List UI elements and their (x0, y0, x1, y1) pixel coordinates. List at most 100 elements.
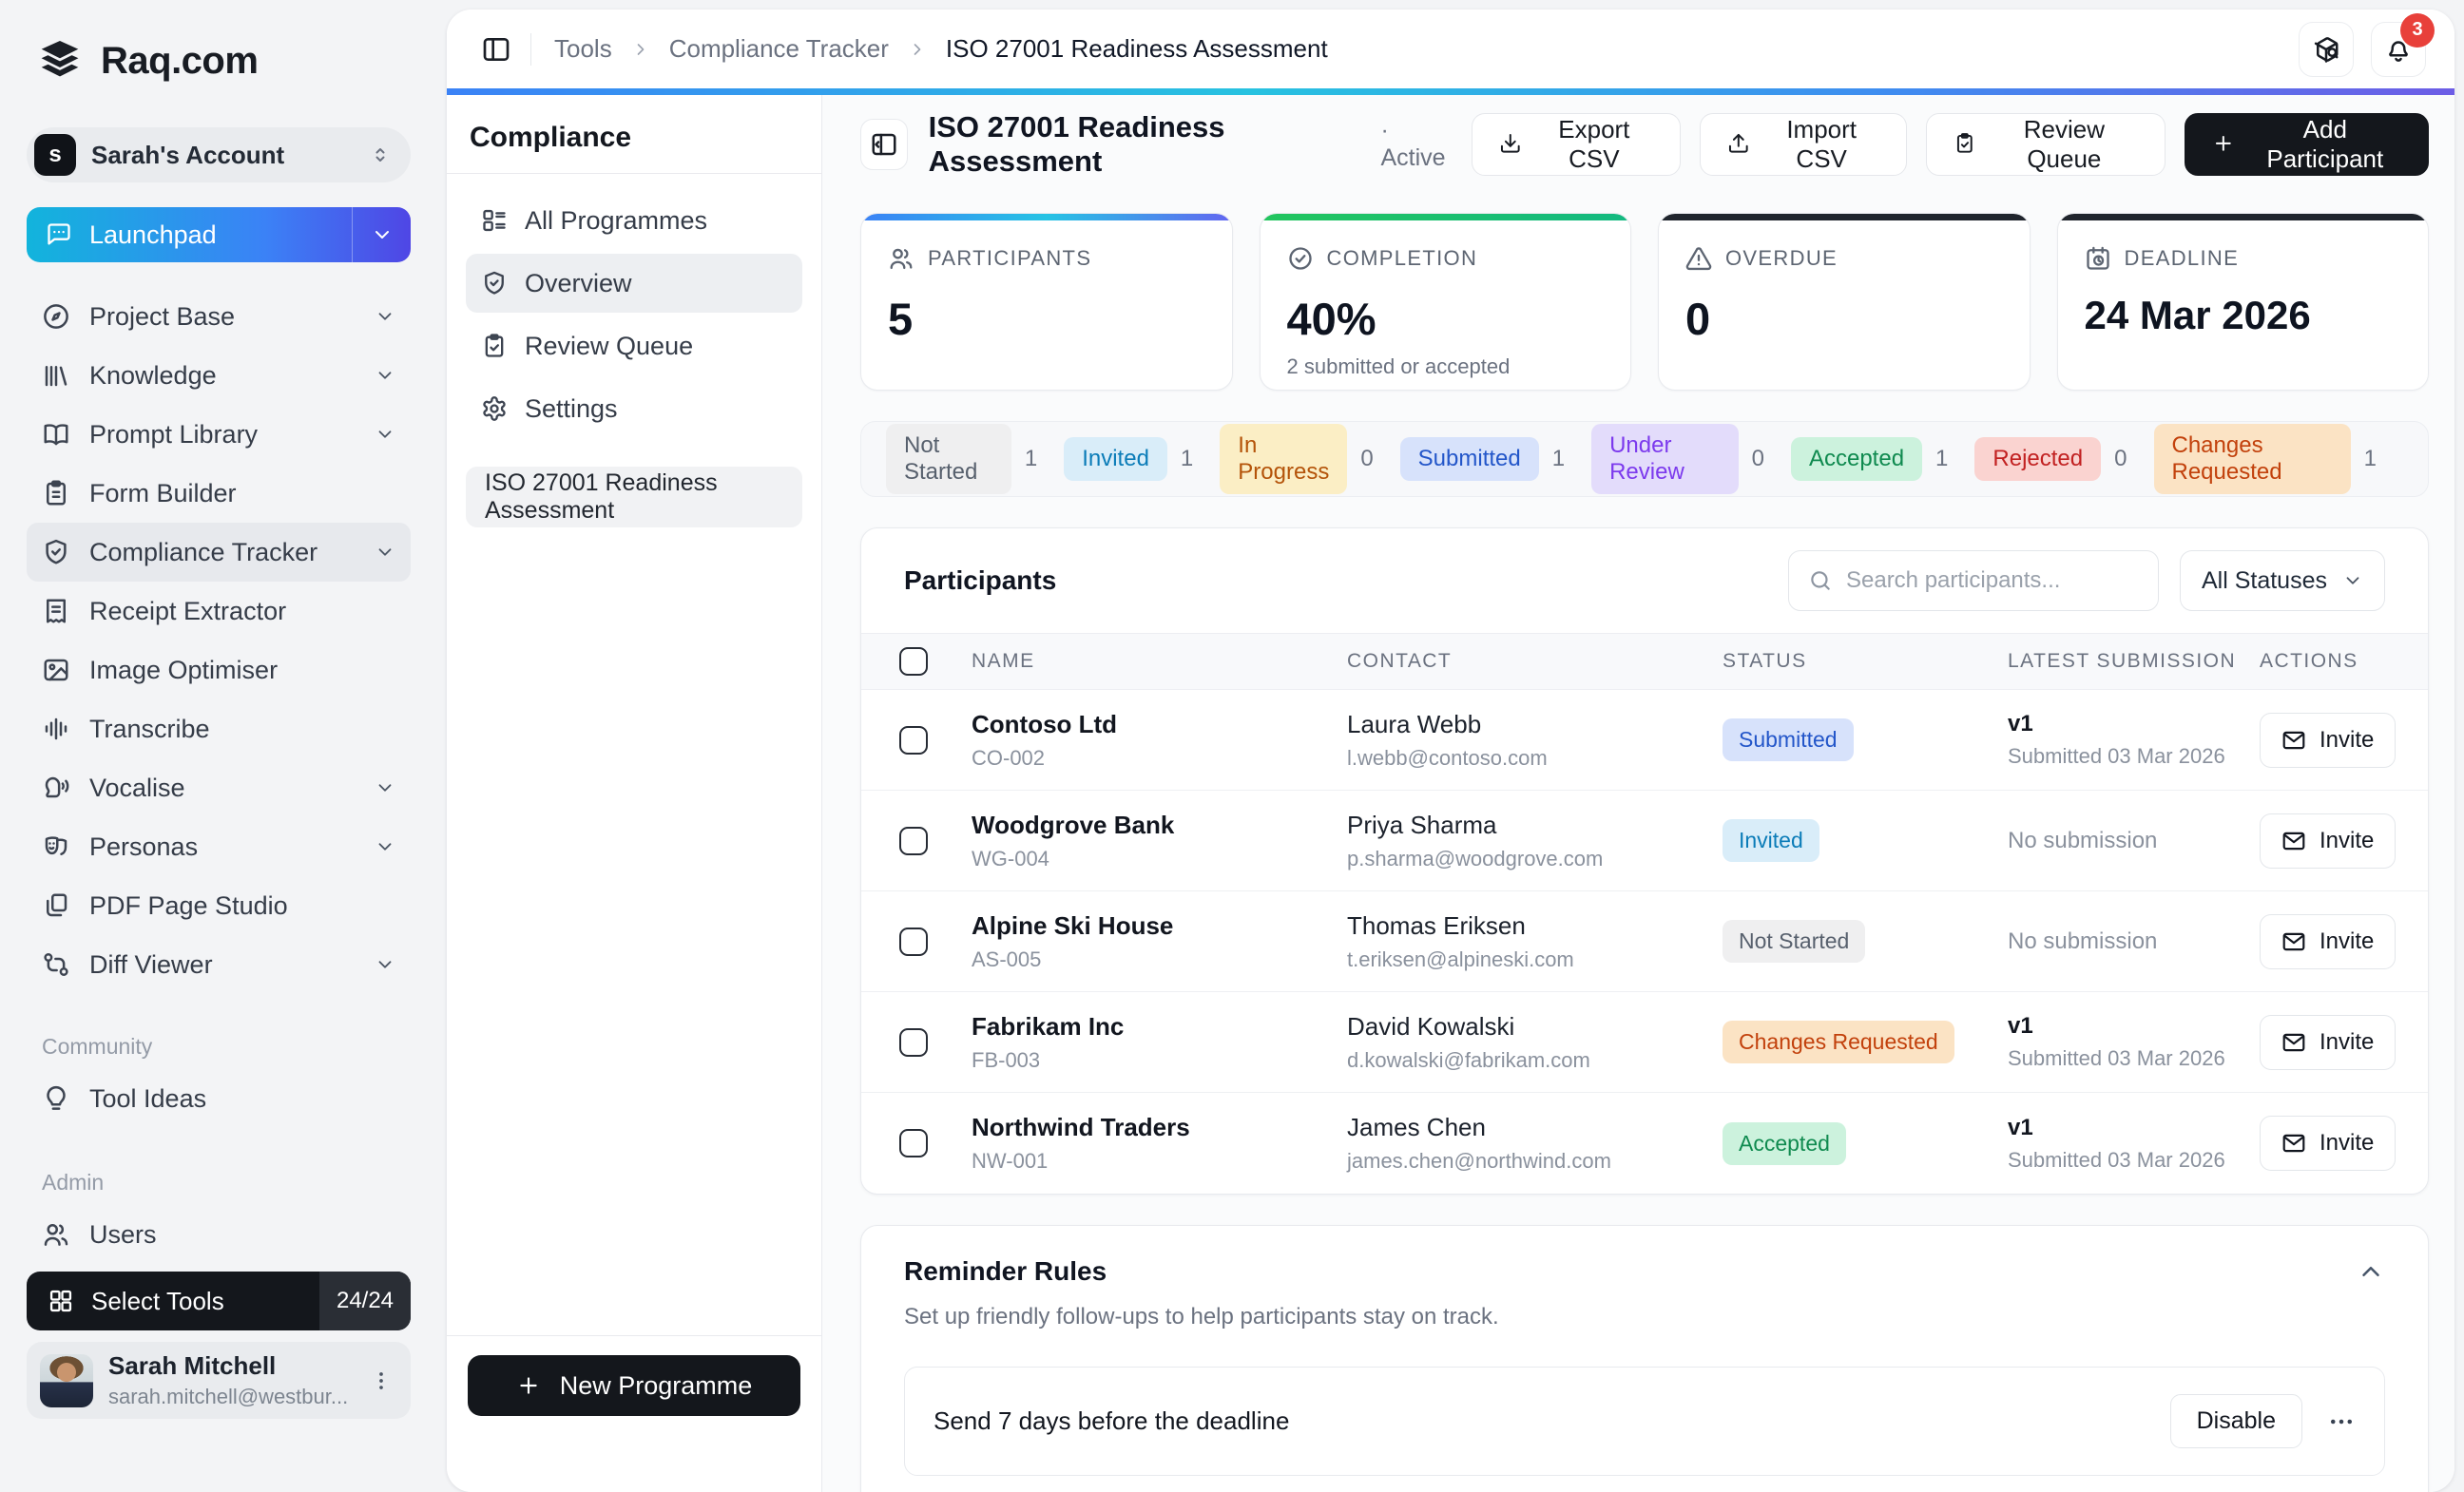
panel-left-close-icon[interactable] (860, 119, 908, 170)
compliance-sidebar-title: Compliance (470, 122, 632, 153)
status-filter-dropdown[interactable]: All Statuses (2179, 550, 2385, 611)
compliance-nav-review-queue[interactable]: Review Queue (466, 316, 802, 375)
search-input[interactable] (1845, 567, 2139, 594)
review-queue-button[interactable]: Review Queue (1926, 113, 2166, 176)
package-search-button[interactable] (2299, 21, 2354, 77)
column-header-contact: CONTACT (1347, 650, 1453, 672)
panel-left-icon[interactable] (475, 29, 517, 70)
reminder-rules-subtitle: Set up friendly follow-ups to help parti… (904, 1304, 1499, 1329)
breadcrumb-compliance-tracker[interactable]: Compliance Tracker (669, 34, 889, 64)
sidebar-item-tool-ideas[interactable]: Tool Ideas (27, 1069, 411, 1128)
current-user-card[interactable]: Sarah Mitchell sarah.mitchell@westbur... (27, 1342, 411, 1419)
row-checkbox[interactable] (899, 927, 928, 956)
status-chip-invited[interactable]: Invited (1064, 437, 1167, 481)
sidebar-item-personas[interactable]: Personas (27, 817, 411, 876)
stat-card-participants: PARTICIPANTS 5 (860, 213, 1233, 391)
contact-name: Priya Sharma (1347, 810, 1497, 839)
users-icon (42, 1220, 70, 1249)
participant-name: Fabrikam Inc (972, 1011, 1125, 1041)
compliance-nav-settings[interactable]: Settings (466, 379, 802, 438)
stat-label: DEADLINE (2124, 246, 2240, 270)
sidebar-item-users[interactable]: Users (27, 1205, 411, 1264)
user-name: Sarah Mitchell (108, 1351, 277, 1380)
sidebar-item-knowledge[interactable]: Knowledge (27, 346, 411, 405)
add-participant-button[interactable]: Add Participant (2184, 113, 2429, 176)
row-checkbox[interactable] (899, 1129, 928, 1157)
participant-name: Woodgrove Bank (972, 810, 1175, 839)
status-count: 1 (1180, 446, 1194, 471)
stat-value: 0 (1685, 294, 1711, 344)
participant-search[interactable] (1787, 550, 2159, 611)
import-csv-button[interactable]: Import CSV (1699, 113, 1908, 176)
stats-row: PARTICIPANTS 5 COMPLETION 40% 2 submitte… (860, 213, 2429, 391)
invite-button[interactable]: Invite (2260, 1014, 2397, 1070)
invite-button[interactable]: Invite (2260, 712, 2397, 768)
sidebar-item-label: Users (89, 1219, 157, 1249)
sidebar-item-pdf-page-studio[interactable]: PDF Page Studio (27, 876, 411, 935)
status-chip-changes-requested[interactable]: Changes Requested (2153, 424, 2351, 494)
message-square-icon (46, 221, 72, 248)
sidebar-item-form-builder[interactable]: Form Builder (27, 464, 411, 523)
submission-version: v1 (2008, 1114, 2033, 1140)
row-checkbox[interactable] (899, 725, 928, 755)
sidebar-item-transcribe[interactable]: Transcribe (27, 699, 411, 758)
status-badge: Submitted (1723, 718, 1854, 761)
select-all-checkbox[interactable] (899, 647, 928, 676)
contact-name: James Chen (1347, 1113, 1486, 1141)
participant-name: Northwind Traders (972, 1113, 1190, 1141)
sidebar-item-prompt-library[interactable]: Prompt Library (27, 405, 411, 464)
contact-name: Thomas Eriksen (1347, 910, 1526, 940)
mail-icon (2282, 731, 2305, 749)
participants-title: Participants (904, 565, 1057, 595)
submission-date: No submission (2008, 928, 2158, 954)
row-checkbox[interactable] (899, 826, 928, 855)
launchpad-expand[interactable] (352, 207, 411, 262)
status-chip-rejected[interactable]: Rejected (1974, 437, 2102, 481)
new-programme-button[interactable]: New Programme (468, 1355, 800, 1416)
sidebar-item-diff-viewer[interactable]: Diff Viewer (27, 935, 411, 994)
breadcrumb-tools[interactable]: Tools (554, 34, 612, 64)
status-chip-not-started[interactable]: Not Started (886, 424, 1011, 494)
compliance-nav-overview[interactable]: Overview (466, 254, 802, 313)
sidebar-item-compliance-tracker[interactable]: Compliance Tracker (27, 523, 411, 582)
users-icon (888, 245, 914, 272)
lightbulb-icon (42, 1084, 70, 1113)
sidebar-item-image-optimiser[interactable]: Image Optimiser (27, 641, 411, 699)
launchpad-button[interactable]: Launchpad (27, 207, 411, 262)
accent-gradient-bar (447, 88, 2454, 95)
sidebar-item-vocalise[interactable]: Vocalise (27, 758, 411, 817)
notification-count-badge: 3 (2400, 12, 2435, 48)
select-tools-button[interactable]: Select Tools 24/24 (27, 1272, 411, 1330)
notifications-button[interactable]: 3 (2371, 12, 2435, 77)
select-tools-label: Select Tools (91, 1286, 224, 1315)
sidebar-item-receipt-extractor[interactable]: Receipt Extractor (27, 582, 411, 641)
status-chip-in-progress[interactable]: In Progress (1220, 424, 1348, 494)
export-csv-button[interactable]: Export CSV (1471, 113, 1681, 176)
contact-name: David Kowalski (1347, 1011, 1515, 1041)
column-header-actions: ACTIONS (2260, 650, 2358, 672)
programme-item-iso-27001[interactable]: ISO 27001 Readiness Assessment (466, 467, 802, 527)
more-options-button[interactable] (2327, 1407, 2356, 1436)
sidebar-item-label: PDF Page Studio (89, 890, 288, 920)
account-switcher[interactable]: s Sarah's Account (27, 127, 411, 182)
chevron-up-icon[interactable] (2357, 1257, 2385, 1286)
row-checkbox[interactable] (899, 1027, 928, 1057)
contact-email: james.chen@northwind.com (1347, 1149, 1611, 1173)
status-count: 1 (1024, 446, 1038, 471)
status-chip-submitted[interactable]: Submitted (1399, 437, 1539, 481)
stat-value: 24 Mar 2026 (2084, 293, 2311, 337)
layout-grid-icon (48, 1288, 74, 1314)
compliance-nav-all-programmes[interactable]: All Programmes (466, 191, 802, 250)
invite-button[interactable]: Invite (2260, 1116, 2397, 1171)
user-menu-button[interactable] (365, 1365, 397, 1397)
disable-rule-button[interactable]: Disable (2169, 1394, 2302, 1448)
sidebar-item-project-base[interactable]: Project Base (27, 287, 411, 346)
status-badge: Changes Requested (1723, 1021, 1954, 1063)
invite-button[interactable]: Invite (2260, 813, 2397, 869)
status-chip-accepted[interactable]: Accepted (1790, 437, 1923, 481)
submission-version: v1 (2008, 1013, 2033, 1039)
participant-name: Contoso Ltd (972, 709, 1118, 738)
status-chip-under-review[interactable]: Under Review (1591, 424, 1739, 494)
invite-button[interactable]: Invite (2260, 913, 2397, 969)
chevron-down-icon (375, 306, 395, 327)
